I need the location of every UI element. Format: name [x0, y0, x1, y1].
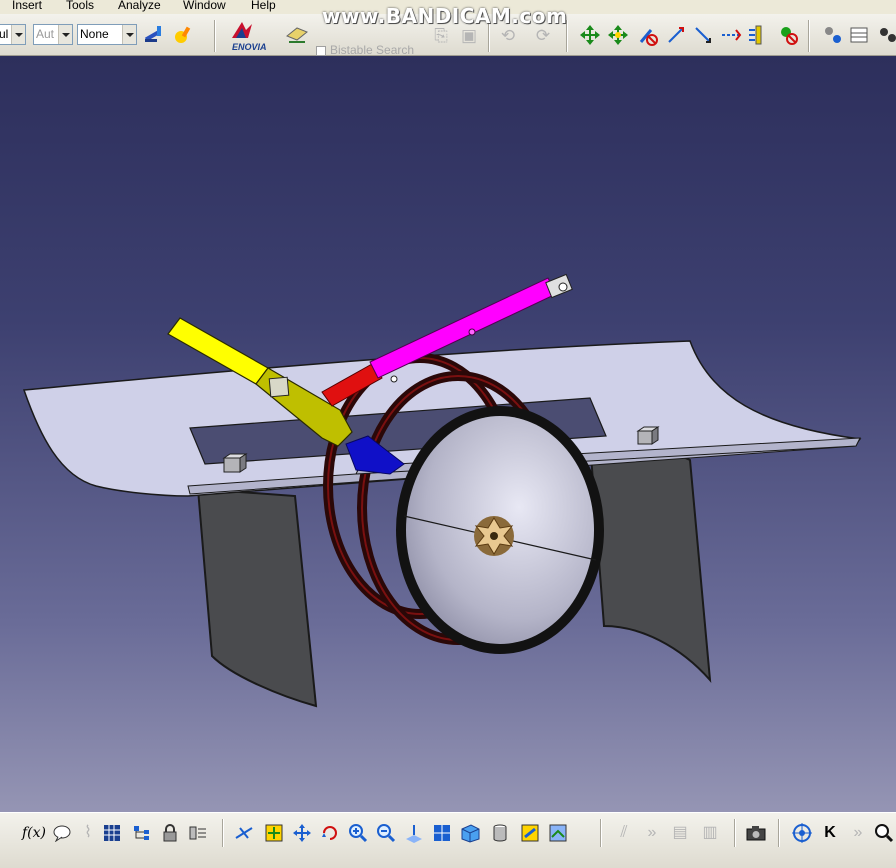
auto-combo[interactable]: Aut: [33, 24, 73, 45]
undo-dim-icon: »: [647, 824, 657, 841]
paint-brush-icon[interactable]: [141, 22, 167, 48]
camera-icon[interactable]: [744, 821, 768, 845]
3d-viewport[interactable]: [0, 56, 896, 812]
lock-icon[interactable]: [158, 821, 182, 845]
auto-combo-value: Aut: [36, 27, 55, 41]
move-icon[interactable]: [605, 22, 631, 48]
snap-icon[interactable]: [635, 22, 661, 48]
table-icon[interactable]: [846, 22, 872, 48]
zoom-in-icon[interactable]: [346, 821, 370, 845]
sectioning-icon[interactable]: [718, 22, 744, 48]
fit-all-icon[interactable]: [262, 821, 286, 845]
menu-window[interactable]: Window: [183, 0, 226, 11]
forward-icon: »: [853, 824, 863, 841]
magnifier-icon[interactable]: [872, 821, 896, 845]
bandicam-watermark: www.BANDICAM.com: [322, 4, 568, 28]
swap-visible-icon[interactable]: [546, 821, 570, 845]
enovia-label: ENOVIA: [232, 42, 267, 52]
catalog-icon[interactable]: [284, 22, 310, 48]
clip-dim-icon: ▤: [672, 824, 688, 841]
clip-icon: ⌇: [84, 824, 92, 841]
enovia-logo[interactable]: ENOVIA: [228, 20, 276, 54]
explode-icon[interactable]: [663, 22, 689, 48]
fly-icon[interactable]: [232, 821, 256, 845]
wheel: [396, 406, 604, 654]
bistable-checkbox[interactable]: [316, 46, 326, 56]
settings-icon[interactable]: [820, 22, 846, 48]
chevron-down-icon[interactable]: [11, 25, 25, 44]
formula-icon[interactable]: f(x): [22, 821, 46, 845]
zoom-out-icon[interactable]: [374, 821, 398, 845]
annotation-icon[interactable]: [874, 22, 896, 48]
grid-icon[interactable]: [100, 821, 124, 845]
normal-view-icon[interactable]: [402, 821, 426, 845]
target-icon[interactable]: [790, 821, 814, 845]
hide-show-icon[interactable]: [518, 821, 542, 845]
layer-icon: ⫽: [620, 824, 628, 841]
assembly-scene: [22, 273, 862, 708]
menu-tools[interactable]: Tools: [66, 0, 94, 11]
bottom-toolbar: f(x) ⌇ ⫽ » ▤ ▥ K »: [0, 812, 896, 868]
graphic-properties-icon[interactable]: [170, 22, 196, 48]
cube-view-icon[interactable]: [458, 821, 482, 845]
comment-icon[interactable]: [50, 821, 74, 845]
rotate-icon[interactable]: [318, 821, 342, 845]
redo-dim-icon: ▥: [702, 824, 718, 841]
bistable-search-label: Bistable Search: [330, 43, 415, 57]
measure-icon[interactable]: [775, 22, 801, 48]
chevron-down-icon[interactable]: [122, 25, 136, 44]
style-combo-value: ul: [0, 27, 9, 41]
tree-icon[interactable]: [130, 821, 154, 845]
menu-analyze[interactable]: Analyze: [118, 0, 161, 11]
render-style-icon[interactable]: [488, 821, 512, 845]
iso-view-icon[interactable]: [430, 821, 454, 845]
scene-icon[interactable]: [186, 821, 210, 845]
rewind-icon[interactable]: K: [818, 821, 842, 845]
linetype-combo-value: None: [80, 27, 109, 41]
manipulation-icon[interactable]: [577, 22, 603, 48]
clash-icon[interactable]: [690, 22, 716, 48]
mount-block-right: [636, 426, 660, 445]
chevron-down-icon[interactable]: [58, 25, 72, 44]
linetype-combo[interactable]: None: [77, 24, 137, 45]
distance-icon[interactable]: [745, 22, 771, 48]
mount-block-left: [222, 453, 248, 473]
menu-insert[interactable]: Insert: [12, 0, 42, 11]
style-combo[interactable]: ul: [0, 24, 26, 45]
pan-icon[interactable]: [290, 821, 314, 845]
menu-help[interactable]: Help: [251, 0, 276, 11]
left-side-panel: [196, 487, 318, 708]
